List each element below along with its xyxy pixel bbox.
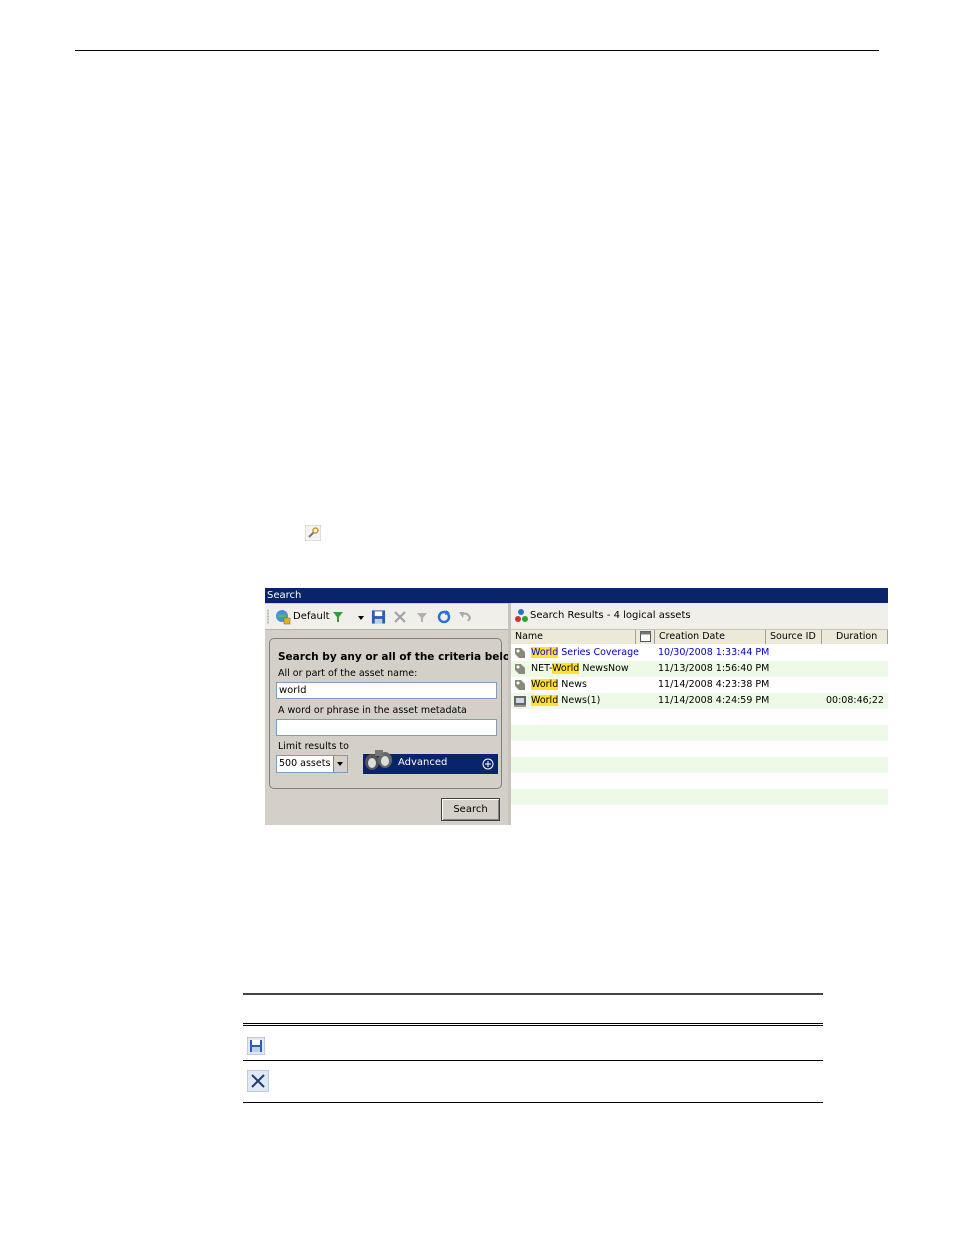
expand-icon[interactable] (482, 758, 494, 770)
criteria-panel: Search by any or all of the criteria bel… (269, 638, 523, 789)
advanced-label: Advanced (398, 757, 448, 768)
row-name-match: World (531, 647, 559, 658)
row-name-suffix: News(1) (558, 695, 601, 706)
table-top-rule (243, 993, 823, 995)
row-name: World News(1) (531, 693, 600, 709)
row-creation-date: 10/30/2008 1:33:44 PM (658, 647, 770, 658)
criteria-heading: Search by any or all of the criteria bel… (278, 651, 524, 663)
search-criteria-pane: Default Search by any or all of the crit… (265, 603, 523, 825)
row-creation-date: 11/14/2008 4:23:38 PM (658, 679, 770, 690)
asset-group-icon (515, 664, 525, 674)
row-name: NET-World NewsNow (531, 661, 629, 677)
search-button[interactable]: Search (441, 798, 500, 821)
table-row[interactable]: World News(1) 11/14/2008 4:24:59 PM 00:08:… (511, 693, 888, 709)
asset-group-icon (515, 648, 525, 658)
table-row[interactable]: World News 11/14/2008 4:23:38 PM (511, 677, 888, 693)
binoculars-icon (365, 750, 392, 770)
limit-select[interactable]: 500 assets (276, 755, 348, 773)
results-title: Search Results - 4 logical assets (530, 610, 691, 621)
limit-select-button[interactable] (333, 756, 347, 772)
empty-row (511, 725, 888, 741)
delete-icon[interactable] (393, 609, 407, 625)
empty-row (511, 709, 888, 725)
table-bottom-rule (243, 1102, 823, 1103)
column-type[interactable] (636, 630, 655, 644)
metadata-label: A word or phrase in the asset metadata (278, 705, 467, 716)
row-duration: 00:08:46;22 (826, 695, 884, 706)
asset-group-icon (515, 680, 525, 690)
empty-row (511, 789, 888, 805)
column-creation-date[interactable]: Creation Date (655, 630, 766, 644)
row-name-match: World (552, 663, 580, 674)
search-toolbar: Default (265, 604, 508, 630)
page-top-rule (75, 50, 879, 51)
save-icon[interactable] (371, 609, 386, 625)
table-header-rule-1 (243, 1023, 823, 1024)
table-row[interactable]: NET-World NewsNow 11/13/2008 1:56:40 PM (511, 661, 888, 677)
save-icon (247, 1037, 265, 1055)
table-row-rule (243, 1060, 823, 1061)
undo-icon[interactable] (458, 609, 472, 625)
empty-row (511, 805, 888, 821)
results-header: Search Results - 4 logical assets (511, 603, 888, 630)
toolbar-grip[interactable] (267, 609, 269, 624)
results-column-headers: Name Creation Date Source ID Duration (511, 630, 888, 644)
row-name: World News (531, 677, 587, 693)
assets-icon (515, 609, 528, 622)
clip-icon (514, 696, 526, 707)
row-name-match: World (531, 679, 559, 690)
asset-name-input[interactable] (276, 682, 497, 699)
wrench-icon (305, 525, 321, 541)
table-row[interactable]: World Series Coverage 10/30/2008 1:33:44 … (511, 645, 888, 661)
row-name-suffix: News (558, 679, 587, 690)
chevron-down-icon (337, 762, 343, 766)
chevron-down-icon[interactable] (357, 609, 365, 625)
empty-row (511, 773, 888, 789)
globe-lock-icon[interactable] (275, 609, 291, 625)
row-name-prefix: NET- (531, 663, 553, 674)
asset-name-label: All or part of the asset name: (278, 668, 418, 679)
limit-select-value: 500 assets (279, 758, 331, 769)
column-name[interactable]: Name (511, 630, 636, 644)
filter-icon[interactable] (331, 609, 345, 625)
window-title: Search (265, 588, 888, 603)
refresh-icon[interactable] (437, 609, 451, 625)
metadata-input[interactable] (276, 719, 497, 736)
column-duration[interactable]: Duration (822, 630, 888, 644)
delete-icon (247, 1070, 269, 1092)
column-chooser-icon (640, 631, 651, 642)
row-name-suffix: NewsNow (579, 663, 629, 674)
empty-row (511, 741, 888, 757)
filter-disabled-icon[interactable] (415, 609, 429, 625)
limit-label: Limit results to (278, 741, 349, 752)
row-name-suffix: Series Coverage (558, 647, 640, 658)
empty-row (511, 757, 888, 773)
row-creation-date: 11/13/2008 1:56:40 PM (658, 663, 770, 674)
search-results-pane: Search Results - 4 logical assets Name C… (511, 603, 888, 825)
row-name-match: World (531, 695, 559, 706)
table-header-rule-2 (243, 1025, 823, 1026)
column-source-id[interactable]: Source ID (766, 630, 822, 644)
row-name: World Series Coverage (531, 645, 639, 661)
row-creation-date: 11/14/2008 4:24:59 PM (658, 695, 770, 706)
search-window: Search Default Search by any or all of t… (265, 588, 888, 825)
view-selector-label[interactable]: Default (293, 609, 330, 625)
